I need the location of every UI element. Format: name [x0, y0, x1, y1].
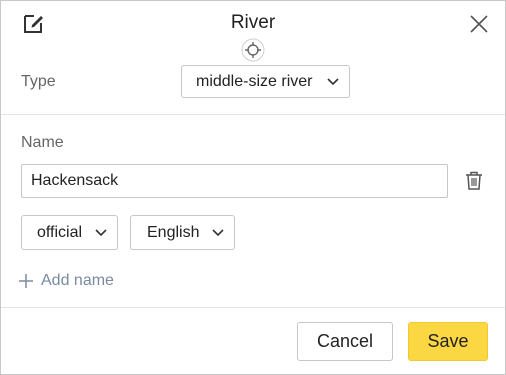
plus-icon: [19, 274, 33, 288]
cancel-button[interactable]: Cancel: [297, 322, 393, 361]
add-name-label: Add name: [41, 272, 114, 289]
type-select-value: middle-size river: [196, 72, 313, 90]
name-label: Name: [21, 134, 64, 151]
trash-icon[interactable]: [465, 171, 483, 190]
add-name-button[interactable]: Add name: [19, 271, 114, 291]
name-language-value: English: [147, 223, 200, 241]
name-input[interactable]: [21, 164, 448, 198]
name-status-value: official: [37, 223, 83, 241]
edit-object-dialog: River Type middle-size river Name offici…: [0, 0, 506, 375]
footer-divider: [1, 307, 505, 308]
section-divider: [1, 114, 505, 115]
save-button[interactable]: Save: [408, 322, 488, 361]
chevron-down-icon: [95, 228, 107, 236]
dialog-title: River: [230, 12, 276, 33]
chevron-down-icon: [212, 228, 224, 236]
crosshair-icon[interactable]: [241, 38, 265, 62]
name-status-select[interactable]: official: [21, 215, 118, 250]
chevron-down-icon: [327, 77, 339, 85]
type-label: Type: [21, 73, 56, 90]
close-icon[interactable]: [470, 15, 488, 33]
dialog-header: River: [1, 1, 505, 62]
name-language-select[interactable]: English: [130, 215, 235, 250]
type-select[interactable]: middle-size river: [181, 65, 350, 98]
